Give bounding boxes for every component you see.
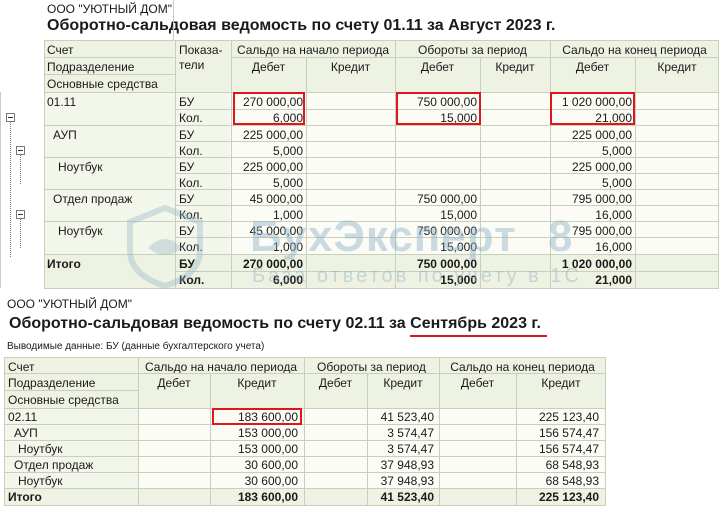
row-name: 02.11 (8, 410, 38, 424)
value: 30 600,00 (244, 474, 298, 488)
value: 68 548,93 (545, 458, 599, 472)
highlight-box (212, 408, 302, 425)
value: 5,000 (272, 144, 303, 158)
header-account: Счет (47, 43, 74, 57)
row-name: АУП (53, 128, 77, 142)
watermark-badge: 8 (548, 212, 573, 261)
value: 795 000,00 (571, 192, 632, 206)
org-name: ООО "УЮТНЫЙ ДОМ" (7, 297, 132, 311)
header-account: Счет (8, 360, 35, 374)
report-title: Оборотно-сальдовая ведомость по счету 01… (47, 17, 556, 34)
header-opening-balance: Сальдо на начало периода (144, 360, 298, 374)
header-credit: Кредит (237, 376, 277, 390)
value: 5,000 (272, 176, 303, 190)
header-debit: Дебет (157, 376, 191, 390)
display-data-value: БУ (данные бухгалтерского учета) (105, 341, 265, 352)
header-department: Подразделение (47, 60, 135, 74)
header-turnover: Обороты за период (317, 360, 426, 374)
total-value: 225 123,40 (538, 490, 599, 504)
value: 68 548,93 (545, 474, 599, 488)
value: 153 000,00 (237, 442, 298, 456)
header-fixed-assets: Основные средства (47, 77, 158, 91)
value: 225 000,00 (571, 128, 632, 142)
collapse-toggle[interactable] (6, 113, 15, 122)
header-debit: Дебет (460, 376, 495, 390)
value: 37 948,93 (380, 474, 434, 488)
row-indicator: Кол. (179, 176, 203, 190)
highlight-box (550, 92, 635, 125)
value: 5,000 (601, 144, 632, 158)
header-debit: Дебет (318, 376, 353, 390)
org-name: ООО "УЮТНЫЙ ДОМ" (47, 2, 172, 16)
value: 225 000,00 (242, 160, 303, 174)
value: 225 000,00 (571, 160, 632, 174)
header-credit: Кредит (495, 60, 535, 74)
value: 5,000 (601, 176, 632, 190)
row-name: АУП (14, 426, 38, 440)
value: 30 600,00 (244, 458, 298, 472)
header-debit: Дебет (420, 60, 455, 74)
header-credit: Кредит (657, 60, 697, 74)
header-debit: Дебет (251, 60, 286, 74)
value: 3 574,47 (387, 442, 434, 456)
header-fixed-assets: Основные средства (8, 393, 119, 407)
row-indicator: Кол. (179, 144, 203, 158)
value: 45 000,00 (249, 192, 303, 206)
value: 41 523,40 (380, 410, 434, 424)
watermark-logo-icon (127, 204, 203, 290)
value: 156 574,47 (538, 426, 599, 440)
header-closing-balance: Сальдо на конец периода (450, 360, 595, 374)
value: 153 000,00 (237, 426, 298, 440)
header-turnover: Обороты за период (418, 43, 527, 57)
row-indicator: БУ (179, 95, 195, 109)
report-title: Оборотно-сальдовая ведомость по счету 02… (9, 315, 541, 333)
collapse-toggle[interactable] (16, 210, 25, 219)
total-label: Итого (8, 490, 42, 504)
watermark-brand: БухЭксперт (250, 212, 517, 261)
value: 37 948,93 (380, 458, 434, 472)
header-closing-balance: Сальдо на конец периода (562, 43, 707, 57)
row-name: Ноутбук (18, 474, 63, 488)
value: 750 000,00 (416, 192, 477, 206)
total-value: 183 600,00 (237, 490, 298, 504)
row-indicator: БУ (179, 128, 195, 142)
row-indicator: Кол. (179, 111, 203, 125)
row-name: 01.11 (47, 95, 77, 109)
value: 225 000,00 (242, 128, 303, 142)
row-indicator: БУ (179, 160, 195, 174)
header-credit: Кредит (541, 376, 581, 390)
highlight-box (396, 92, 481, 125)
value: 3 574,47 (387, 426, 434, 440)
total-label: Итого (47, 257, 81, 271)
collapse-toggle[interactable] (16, 146, 25, 155)
total-value: 41 523,40 (380, 490, 434, 504)
header-credit: Кредит (383, 376, 423, 390)
value: 225 123,40 (538, 410, 599, 424)
watermark-tagline: База ответов по учету в 1С (252, 265, 582, 287)
row-name: Ноутбук (18, 442, 63, 456)
value: 156 574,47 (538, 442, 599, 456)
header-credit: Кредит (330, 60, 371, 74)
header-debit: Дебет (575, 60, 610, 74)
header-opening-balance: Сальдо на начало периода (236, 43, 390, 57)
header-indicators: Показа-тели (179, 43, 223, 72)
display-data: Выводимые данные: БУ (данные бухгалтерск… (7, 341, 264, 352)
row-name: Ноутбук (58, 224, 103, 238)
report-title-main: Оборотно-сальдовая ведомость по счету 02… (9, 315, 411, 332)
row-name: Ноутбук (58, 160, 103, 174)
header-department: Подразделение (8, 376, 96, 390)
display-data-label: Выводимые данные: (7, 341, 104, 352)
row-name: Отдел продаж (14, 458, 94, 472)
highlight-box (233, 92, 305, 125)
report-period: Сентябрь 2023 г. (410, 315, 541, 332)
period-underline (410, 335, 547, 337)
